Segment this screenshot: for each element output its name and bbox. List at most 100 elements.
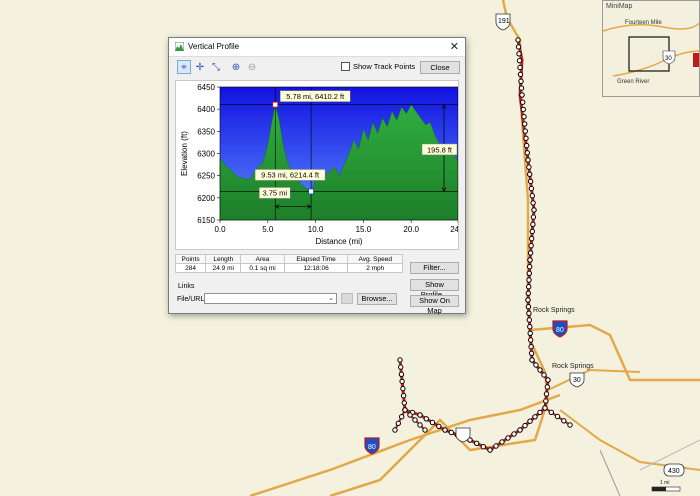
track-point[interactable] — [412, 417, 418, 423]
dialog-titlebar[interactable]: Vertical Profile ✕ — [169, 38, 465, 57]
track-point[interactable] — [522, 128, 528, 134]
track-point[interactable] — [529, 357, 535, 363]
track-point[interactable] — [505, 435, 511, 441]
track-point[interactable] — [537, 409, 543, 416]
track-point[interactable] — [398, 364, 404, 370]
track-point[interactable] — [525, 304, 532, 310]
track-point[interactable] — [528, 350, 535, 356]
track-point[interactable] — [526, 164, 532, 170]
track-point[interactable] — [399, 414, 405, 420]
track-point[interactable] — [517, 427, 523, 433]
track-point[interactable] — [398, 371, 405, 377]
track-point[interactable] — [392, 427, 398, 433]
track-point[interactable] — [524, 142, 530, 149]
file-url-input[interactable]: ⌄ — [204, 293, 337, 304]
track-point[interactable] — [524, 150, 530, 156]
track-point[interactable] — [527, 330, 533, 336]
track-point[interactable] — [521, 114, 527, 120]
track-point[interactable] — [533, 362, 539, 368]
minimap-panel[interactable]: 30 Fourteen Mile Green River MiniMap — [602, 0, 700, 97]
track-point[interactable] — [531, 207, 537, 213]
track-point[interactable] — [528, 337, 534, 343]
track-point[interactable] — [517, 64, 523, 71]
track-point[interactable] — [518, 78, 524, 85]
track-point[interactable] — [402, 407, 408, 413]
close-button[interactable]: Close — [420, 61, 460, 74]
track-point[interactable] — [526, 277, 532, 283]
track-point[interactable] — [528, 344, 534, 350]
zoom-box-tool-icon[interactable]: ⤡ — [209, 60, 223, 74]
track-point[interactable] — [526, 310, 532, 316]
track-point[interactable] — [527, 171, 533, 178]
track-point[interactable] — [525, 297, 531, 303]
track-point[interactable] — [407, 412, 413, 418]
track-point[interactable] — [515, 37, 521, 43]
track-point[interactable] — [561, 418, 567, 424]
track-point[interactable] — [480, 444, 486, 450]
track-point[interactable] — [554, 413, 561, 420]
browse-button[interactable]: Browse... — [357, 293, 397, 305]
track-point[interactable] — [516, 51, 522, 57]
track-point[interactable] — [530, 200, 536, 206]
select-tool-icon[interactable]: ⌖ — [177, 60, 191, 74]
track-point[interactable] — [442, 427, 448, 433]
track-point[interactable] — [530, 214, 537, 220]
track-point[interactable] — [542, 405, 548, 411]
track-point[interactable] — [529, 235, 535, 242]
track-point[interactable] — [400, 385, 406, 392]
track-point[interactable] — [526, 284, 532, 290]
track-point[interactable] — [395, 420, 401, 426]
zoom-in-icon[interactable]: ⊕ — [229, 60, 243, 74]
track-point[interactable] — [529, 228, 535, 235]
track-point[interactable] — [522, 422, 528, 429]
filter-button[interactable]: Filter... — [410, 262, 459, 274]
track-point[interactable] — [429, 419, 436, 426]
track-point[interactable] — [511, 431, 517, 437]
track-point[interactable] — [527, 250, 534, 256]
track-point[interactable] — [499, 439, 505, 445]
track-point[interactable] — [520, 99, 526, 105]
show-track-points-checkbox[interactable] — [341, 62, 350, 71]
track-point[interactable] — [543, 391, 550, 397]
show-track-points-toggle[interactable]: Show Track Points — [341, 62, 415, 71]
track-point[interactable] — [541, 372, 547, 378]
track-point[interactable] — [493, 443, 499, 449]
track-point[interactable] — [525, 290, 531, 296]
track-point[interactable] — [527, 264, 533, 270]
track-point[interactable] — [423, 416, 429, 422]
track-point[interactable] — [516, 57, 523, 64]
track-point[interactable] — [474, 440, 480, 446]
track-point[interactable] — [527, 324, 533, 330]
track-point[interactable] — [529, 193, 535, 199]
close-icon[interactable]: ✕ — [450, 40, 459, 53]
track-point[interactable] — [400, 393, 407, 399]
track-point[interactable] — [567, 422, 573, 428]
track-point[interactable] — [528, 243, 534, 249]
track-point[interactable] — [548, 409, 554, 415]
track-point[interactable] — [527, 257, 533, 263]
track-point[interactable] — [526, 270, 532, 276]
chart-svg[interactable]: 0.05.010.015.020.024.9 64506400635063006… — [176, 81, 458, 249]
track-point[interactable] — [520, 106, 526, 113]
show-profile-button[interactable]: Show Profile... — [410, 279, 459, 299]
track-point[interactable] — [537, 367, 543, 373]
track-point[interactable] — [417, 422, 423, 428]
elevation-profile-chart[interactable]: 0.05.010.015.020.024.9 64506400635063006… — [175, 80, 459, 250]
chevron-down-icon[interactable]: ⌄ — [328, 294, 334, 302]
track-point[interactable] — [448, 429, 454, 436]
crosshair-tool-icon[interactable]: ✛ — [193, 60, 207, 74]
track-point[interactable] — [399, 378, 405, 385]
track-point[interactable] — [545, 377, 551, 383]
track-point[interactable] — [527, 178, 534, 185]
track-point[interactable] — [401, 400, 407, 406]
track-point[interactable] — [517, 71, 524, 78]
track-point[interactable] — [530, 221, 536, 228]
track-point[interactable] — [487, 447, 493, 453]
track-point[interactable] — [522, 121, 528, 127]
track-point[interactable] — [519, 92, 525, 98]
track-point[interactable] — [397, 357, 403, 363]
zoom-out-icon[interactable]: ⊖ — [245, 60, 259, 74]
track-point[interactable] — [518, 85, 525, 91]
track-point[interactable] — [422, 427, 428, 433]
track-point[interactable] — [526, 317, 532, 323]
